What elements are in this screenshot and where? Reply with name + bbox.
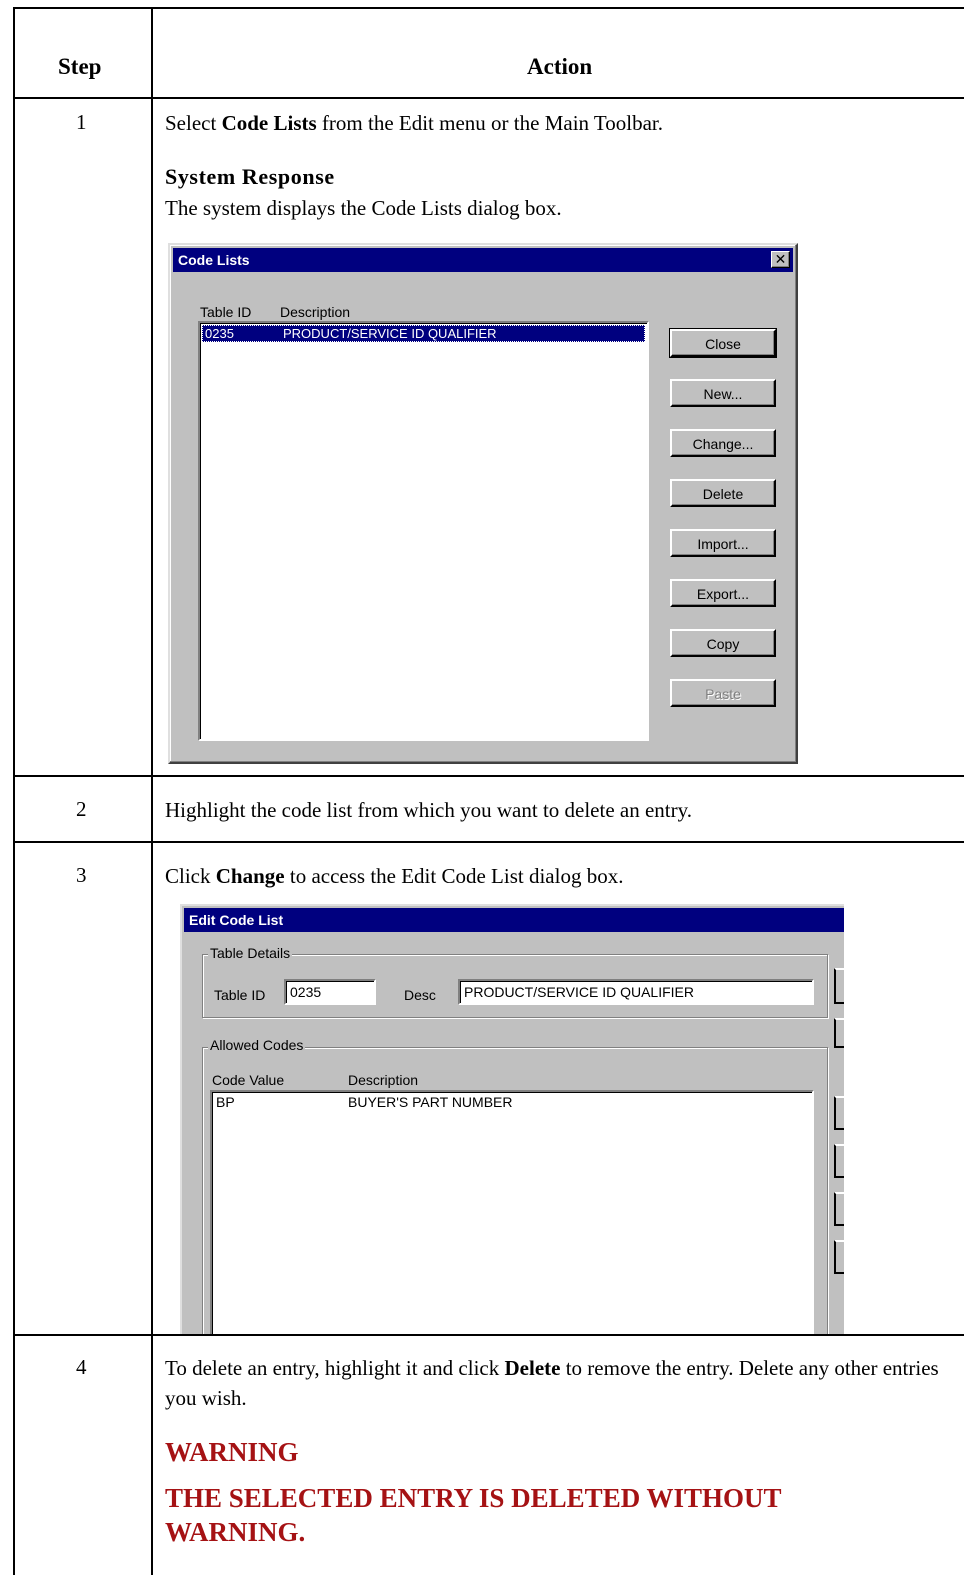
- code-lists-dialog: Code Lists ✕ Table ID Description 0235 P…: [168, 243, 798, 764]
- dialog-side-button[interactable]: [834, 1192, 844, 1226]
- dialog-title: Edit Code List: [189, 912, 284, 928]
- step-1-instruction: Select Code Lists from the Edit menu or …: [165, 111, 663, 135]
- system-response-label: System Response: [165, 164, 335, 189]
- step-number-3: 3: [76, 863, 87, 887]
- step-3-instruction: Click Change to access the Edit Code Lis…: [165, 864, 624, 888]
- step-4-instruction: To delete an entry, highlight it and cli…: [165, 1356, 939, 1410]
- row-divider: [13, 775, 964, 777]
- list-item[interactable]: 0235 PRODUCT/SERVICE ID QUALIFIER: [202, 325, 645, 342]
- column-header-description: Description: [348, 1072, 419, 1088]
- warning-title: WARNING: [165, 1437, 299, 1467]
- paste-button[interactable]: Paste: [670, 679, 776, 707]
- system-response-text: The system displays the Code Lists dialo…: [165, 196, 562, 220]
- delete-button[interactable]: Delete: [670, 479, 776, 507]
- header-step: Step: [58, 54, 102, 79]
- dialog-title: Code Lists: [178, 252, 250, 268]
- column-header-table-id: Table ID: [200, 304, 252, 320]
- dialog-side-button[interactable]: [834, 1018, 844, 1048]
- table-details-label: Table Details: [208, 945, 293, 961]
- list-item-description: BUYER'S PART NUMBER: [348, 1094, 513, 1110]
- list-item-code[interactable]: BP: [216, 1094, 235, 1110]
- dialog-side-button[interactable]: [834, 1240, 844, 1274]
- step-number-2: 2: [76, 797, 87, 821]
- table-column-divider: [151, 7, 153, 1575]
- step-number-4: 4: [76, 1355, 87, 1379]
- table-id-field[interactable]: 0235: [284, 979, 376, 1005]
- dialog-side-button[interactable]: [834, 1144, 844, 1178]
- row-divider: [13, 1334, 964, 1336]
- dialog-titlebar: Edit Code List: [184, 908, 844, 932]
- edit-code-list-dialog: Edit Code List Table Details Table ID 02…: [180, 904, 844, 1334]
- export-button[interactable]: Export...: [670, 579, 776, 607]
- row-divider: [13, 841, 964, 843]
- list-item-description: PRODUCT/SERVICE ID QUALIFIER: [283, 326, 497, 341]
- edit-code-list-dialog-crop: Edit Code List Table Details Table ID 02…: [180, 904, 844, 1334]
- change-button[interactable]: Change...: [670, 429, 776, 457]
- table-left-border: [13, 7, 15, 1575]
- warning-text: THE SELECTED ENTRY IS DELETED WITHOUT WA…: [165, 1483, 782, 1547]
- allowed-codes-label: Allowed Codes: [208, 1037, 306, 1053]
- table-header-divider: [13, 97, 964, 99]
- copy-button[interactable]: Copy: [670, 629, 776, 657]
- desc-label: Desc: [404, 987, 436, 1003]
- column-header-description: Description: [280, 304, 351, 320]
- close-button[interactable]: Close: [669, 328, 777, 358]
- dialog-side-button[interactable]: [834, 1096, 844, 1130]
- import-button[interactable]: Import...: [670, 529, 776, 557]
- header-action: Action: [527, 54, 593, 79]
- code-list-listbox[interactable]: 0235 PRODUCT/SERVICE ID QUALIFIER: [198, 321, 649, 741]
- table-top-border: [13, 7, 964, 9]
- dialog-side-button[interactable]: [834, 968, 844, 1004]
- step-number-1: 1: [76, 110, 87, 134]
- step-2-instruction: Highlight the code list from which you w…: [165, 798, 693, 822]
- dialog-titlebar: Code Lists ✕: [173, 248, 793, 272]
- table-id-label: Table ID: [214, 987, 266, 1003]
- close-icon[interactable]: ✕: [771, 251, 790, 268]
- new-button[interactable]: New...: [670, 379, 776, 407]
- desc-field[interactable]: PRODUCT/SERVICE ID QUALIFIER: [458, 979, 814, 1005]
- list-item-table-id: 0235: [205, 326, 234, 341]
- allowed-codes-listbox[interactable]: BP BUYER'S PART NUMBER: [210, 1090, 814, 1334]
- column-header-code-value: Code Value: [212, 1072, 285, 1088]
